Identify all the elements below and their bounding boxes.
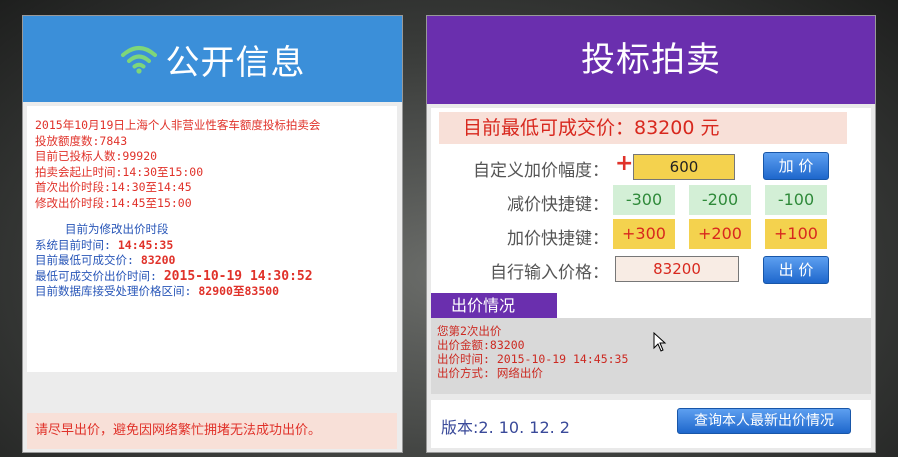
system-time-value: 14:45:35 bbox=[117, 237, 174, 252]
top-banner bbox=[0, 0, 898, 12]
public-info-header: 公开信息 bbox=[23, 16, 402, 102]
min-price-time-row: 最低可成交价出价时间: 2015-10-19 14:30:52 bbox=[35, 269, 397, 285]
auction-info-line: 2015年10月19日上海个人非营业性客车额度投标拍卖会 bbox=[35, 118, 321, 132]
price-range-value: 82900至83500 bbox=[198, 284, 280, 298]
mouse-cursor-icon bbox=[653, 332, 667, 352]
min-price-time-value: 2015-10-19 14:30:52 bbox=[163, 268, 313, 284]
manual-price-label: 自行输入价格： bbox=[490, 263, 609, 283]
public-info-title: 公开信息 bbox=[165, 42, 306, 83]
min-price-label: 目前最低可成交价: bbox=[35, 253, 141, 267]
add-price-button[interactable]: 加 价 bbox=[763, 152, 829, 180]
increase-200-button[interactable]: +200 bbox=[689, 219, 751, 249]
price-range-label: 目前数据库接受处理价格区间: bbox=[35, 284, 199, 298]
auction-info-box: 2015年10月19日上海个人非营业性客车额度投标拍卖会 投放额度数:7843 … bbox=[27, 106, 397, 372]
bid-button[interactable]: 出 价 bbox=[763, 256, 829, 284]
decrease-300-button[interactable]: -300 bbox=[613, 185, 675, 215]
auction-time-range: 拍卖会起止时间:14:30至15:00 bbox=[35, 164, 204, 179]
min-price-time-label: 最低可成交价出价时间: bbox=[35, 268, 164, 283]
bid-method-line: 出价方式: 网络出价 bbox=[437, 366, 543, 380]
min-price-banner: 目前最低可成交价：83200 元 bbox=[439, 112, 847, 144]
query-latest-bid-button[interactable]: 查询本人最新出价情况 bbox=[677, 408, 851, 434]
bidding-footer: 版本:2. 10. 12. 2 查询本人最新出价情况 bbox=[431, 400, 871, 448]
bidding-title: 投标拍卖 bbox=[427, 16, 875, 104]
min-price-row: 目前最低可成交价: 83200 bbox=[35, 253, 397, 269]
system-time-row: 系统目前时间: 14:45:35 bbox=[35, 238, 397, 254]
modify-bid-period: 修改出价时段:14:45至15:00 bbox=[35, 195, 192, 210]
bid-time-line: 出价时间: 2015-10-19 14:45:35 bbox=[437, 352, 629, 366]
manual-price-input[interactable]: 83200 bbox=[615, 256, 739, 282]
system-time-label: 系统目前时间: bbox=[35, 237, 118, 252]
wifi-icon bbox=[120, 46, 157, 74]
public-info-panel: 公开信息 2015年10月19日上海个人非营业性客车额度投标拍卖会 投放额度数:… bbox=[22, 15, 403, 453]
first-bid-period: 首次出价时段:14:30至14:45 bbox=[35, 180, 192, 194]
increase-100-button[interactable]: +100 bbox=[765, 219, 827, 249]
custom-increment-input[interactable]: 600 bbox=[633, 154, 735, 180]
bidder-count: 目前已投标人数:99920 bbox=[35, 149, 158, 163]
quota-count: 投放额度数:7843 bbox=[35, 133, 128, 148]
bid-form: 目前最低可成交价：83200 元 自定义加价幅度： + 600 加 价 减价快捷… bbox=[431, 108, 871, 318]
bid-status-title: 出价情况 bbox=[431, 293, 557, 319]
version-label: 版本:2. 10. 12. 2 bbox=[441, 418, 570, 437]
decrease-shortcut-label: 减价快捷键： bbox=[507, 195, 609, 215]
bidding-panel: 投标拍卖 目前最低可成交价：83200 元 自定义加价幅度： + 600 加 价… bbox=[426, 15, 876, 453]
bid-status-box: 您第2次出价 出价金额:83200 出价时间: 2015-10-19 14:45… bbox=[431, 318, 871, 394]
current-stage: 目前为修改出价时段 bbox=[65, 222, 169, 236]
bid-early-notice: 请尽早出价，避免因网络繁忙拥堵无法成功出价。 bbox=[27, 413, 397, 449]
decrease-100-button[interactable]: -100 bbox=[765, 185, 827, 215]
increase-shortcut-label: 加价快捷键： bbox=[507, 229, 609, 249]
min-price-value: 83200 bbox=[140, 253, 176, 267]
price-range-row: 目前数据库接受处理价格区间: 82900至83500 bbox=[35, 284, 397, 300]
decrease-200-button[interactable]: -200 bbox=[689, 185, 751, 215]
custom-increment-label: 自定义加价幅度： bbox=[473, 161, 609, 181]
plus-sign: + bbox=[615, 151, 634, 176]
increase-300-button[interactable]: +300 bbox=[613, 219, 675, 249]
